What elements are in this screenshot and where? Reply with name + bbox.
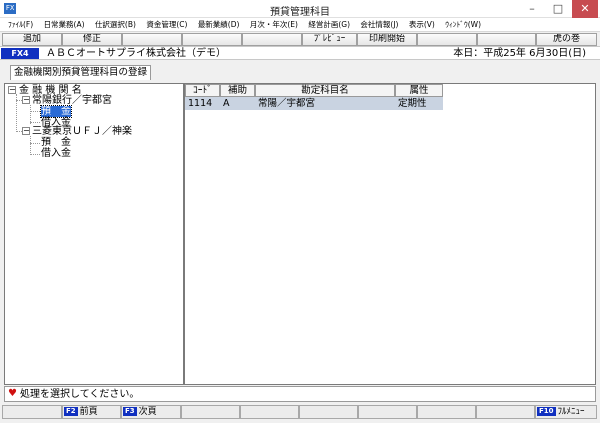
column-header-sub[interactable]: 補助 xyxy=(220,84,255,97)
menu-journal-select[interactable]: 仕訳選択(B) xyxy=(95,18,136,32)
function-key-bar: F2 前頁 F3 次頁 F10 ﾌﾙﾒﾆｭｰ xyxy=(0,403,600,423)
cell-sub: A xyxy=(223,98,230,109)
f2-key-badge: F2 xyxy=(64,407,78,416)
fkey-empty-4[interactable] xyxy=(181,405,240,419)
toolbar: 追加 修正 ﾌﾟﾚﾋﾞｭｰ 印刷開始 虎の巻 xyxy=(0,32,600,46)
toolbar-empty-button-3[interactable] xyxy=(122,33,182,46)
help-button[interactable]: 虎の巻 xyxy=(536,33,597,46)
menu-company-info[interactable]: 会社情報(J) xyxy=(360,18,398,32)
tree-collapse-bank-1-icon[interactable]: − xyxy=(22,96,30,104)
menu-monthly-annual[interactable]: 月次・年次(E) xyxy=(250,18,298,32)
tab-row: 金融機関別預貸管理科目の登録 xyxy=(0,60,600,83)
tree-collapse-bank-2-icon[interactable]: − xyxy=(22,127,30,135)
fkey-empty-6[interactable] xyxy=(299,405,358,419)
print-button[interactable]: 印刷開始 xyxy=(357,33,417,46)
today-date: 本日：平成25年 6月30日(日) xyxy=(453,48,586,59)
prev-page-label: 前頁 xyxy=(79,407,98,417)
menu-window[interactable]: ｳｨﾝﾄﾞｳ(W) xyxy=(445,18,481,32)
next-page-label: 次頁 xyxy=(138,407,157,417)
fkey-empty-9[interactable] xyxy=(476,405,535,419)
menu-fund-management[interactable]: 資金管理(C) xyxy=(146,18,187,32)
minimize-button[interactable]: – xyxy=(520,0,544,18)
column-header-code[interactable]: ｺｰﾄﾞ xyxy=(185,84,220,97)
cell-attribute: 定期性 xyxy=(398,98,427,109)
fkey-empty-7[interactable] xyxy=(358,405,417,419)
menu-business-plan[interactable]: 経営計画(G) xyxy=(308,18,350,32)
account-grid-panel: ｺｰﾄﾞ 補助 勘定科目名 属性 1114 A 常陽／宇都宮 定期性 xyxy=(184,83,596,385)
tree-bank-1[interactable]: 常陽銀行／宇都宮 xyxy=(32,95,112,106)
bank-tree-panel: − 金 融 機 関 名 − 常陽銀行／宇都宮 預 金 借入金 − 三菱東京ＵＦＪ… xyxy=(4,83,184,385)
fkey-empty-5[interactable] xyxy=(240,405,299,419)
preview-button[interactable]: ﾌﾟﾚﾋﾞｭｰ xyxy=(302,33,357,46)
maximize-button[interactable]: □ xyxy=(546,0,570,18)
full-menu-label: ﾌﾙﾒﾆｭｰ xyxy=(557,407,585,417)
menu-file[interactable]: ﾌｧｲﾙ(F) xyxy=(8,18,33,32)
cell-code: 1114 xyxy=(188,98,213,109)
column-header-account-name[interactable]: 勘定科目名 xyxy=(255,84,395,97)
column-header-attribute[interactable]: 属性 xyxy=(395,84,443,97)
tree-collapse-root-icon[interactable]: − xyxy=(8,86,16,94)
company-name: ＡＢＣオートサプライ株式会社（デモ） xyxy=(46,48,226,59)
toolbar-empty-button-5[interactable] xyxy=(242,33,302,46)
tab-bank-account-registration[interactable]: 金融機関別預貸管理科目の登録 xyxy=(10,65,152,80)
edit-button[interactable]: 修正 xyxy=(62,33,122,46)
tree-bank-2-loan[interactable]: 借入金 xyxy=(41,148,71,159)
title-bar: FX 預貸管理科目 – □ ✕ xyxy=(0,0,600,18)
menu-latest-results[interactable]: 最新業績(D) xyxy=(198,18,240,32)
status-message: 処理を選択してください。 xyxy=(20,389,140,400)
fkey-empty-1[interactable] xyxy=(2,405,62,419)
heart-icon: ♥ xyxy=(8,388,17,399)
full-menu-button[interactable]: F10 ﾌﾙﾒﾆｭｰ xyxy=(535,405,597,419)
toolbar-empty-button-8[interactable] xyxy=(417,33,477,46)
grid-header: ｺｰﾄﾞ 補助 勘定科目名 属性 xyxy=(185,84,443,97)
add-button[interactable]: 追加 xyxy=(2,33,62,46)
menu-view[interactable]: 表示(V) xyxy=(409,18,435,32)
menu-bar: ﾌｧｲﾙ(F) 日常業務(A) 仕訳選択(B) 資金管理(C) 最新業績(D) … xyxy=(0,18,600,32)
product-badge: FX4 xyxy=(1,48,39,59)
window-title: 預貸管理科目 xyxy=(270,7,330,18)
f10-key-badge: F10 xyxy=(537,407,556,416)
menu-daily-work[interactable]: 日常業務(A) xyxy=(44,18,85,32)
tree-bank-2-deposit[interactable]: 預 金 xyxy=(41,137,71,148)
prev-page-button[interactable]: F2 前頁 xyxy=(62,405,121,419)
table-row[interactable]: 1114 A 常陽／宇都宮 定期性 xyxy=(185,97,443,110)
toolbar-empty-button-9[interactable] xyxy=(477,33,536,46)
fkey-empty-8[interactable] xyxy=(417,405,476,419)
close-button[interactable]: ✕ xyxy=(572,0,598,18)
toolbar-empty-button-4[interactable] xyxy=(182,33,242,46)
f3-key-badge: F3 xyxy=(123,407,137,416)
status-bar: ♥ 処理を選択してください。 xyxy=(4,386,596,402)
next-page-button[interactable]: F3 次頁 xyxy=(121,405,181,419)
info-bar: FX4 ＡＢＣオートサプライ株式会社（デモ） 本日：平成25年 6月30日(日) xyxy=(0,46,600,60)
tree-bank-1-deposit[interactable]: 預 金 xyxy=(40,105,72,118)
cell-account-name: 常陽／宇都宮 xyxy=(258,98,316,109)
tree-bank-2[interactable]: 三菱東京ＵＦＪ／神楽 xyxy=(32,126,132,137)
